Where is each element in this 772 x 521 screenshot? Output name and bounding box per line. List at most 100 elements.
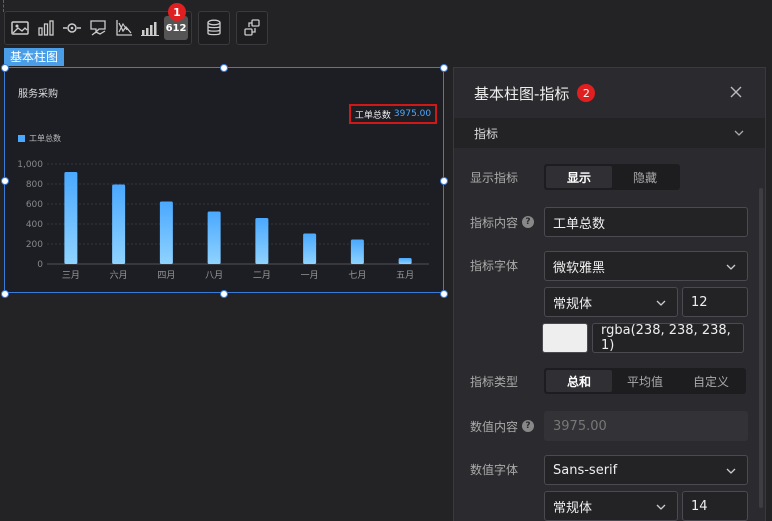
bar-六月[interactable] [112, 184, 126, 265]
chevron-down-icon [656, 300, 666, 306]
resize-handle-br[interactable] [440, 290, 448, 298]
type-option-average[interactable]: 平均值 [612, 370, 678, 392]
show-option-show[interactable]: 显示 [546, 166, 612, 188]
row-indicator-type: 指标类型 总和 平均值 自定义 [470, 368, 746, 394]
x-tick-label: 五月 [396, 270, 414, 281]
value-content-input: 3975.00 [544, 411, 748, 441]
row-value-font: 数值字体 Sans-serif [470, 455, 748, 485]
show-option-hide[interactable]: 隐藏 [612, 166, 678, 188]
resize-handle-bl[interactable] [1, 290, 9, 298]
x-tick-label: 三月 [62, 270, 80, 281]
indicator-content-label: 指标内容 ? [470, 214, 544, 231]
row-font-style: 常规体 12 [544, 287, 748, 317]
widget-name-tag: 基本柱图 [4, 48, 65, 66]
bar-一月[interactable] [303, 233, 317, 265]
resize-handle-l[interactable] [1, 177, 9, 185]
bar-chart-widget[interactable]: 服务采购 工单总数 3975.00 工单总数 0 200 400 600 800 1,00… [4, 67, 444, 293]
bar-七月[interactable] [350, 239, 364, 265]
font-family-value: 微软雅黑 [553, 260, 606, 276]
line-axis-icon[interactable] [112, 16, 136, 40]
section-header-indicator[interactable]: 指标 [454, 118, 765, 148]
value-font-label: 数值字体 [470, 463, 519, 477]
resize-handle-tr[interactable] [440, 64, 448, 72]
bar-三月[interactable] [64, 172, 78, 264]
chevron-down-icon [656, 504, 666, 510]
type-option-custom[interactable]: 自定义 [678, 370, 744, 392]
resize-handle-b[interactable] [220, 290, 228, 298]
row-value-content: 数值内容 ? 3975.00 [470, 411, 748, 441]
resize-handle-r[interactable] [440, 177, 448, 185]
x-tick-label: 二月 [253, 270, 271, 281]
font-style-value: 常规体 [553, 296, 593, 312]
image-icon[interactable] [8, 16, 32, 40]
bar-二月[interactable] [255, 218, 269, 264]
font-style-select[interactable]: 常规体 [544, 287, 678, 317]
value-font-family-select[interactable]: Sans-serif [544, 455, 748, 485]
step-badge-2: 2 [577, 84, 596, 102]
bar-四月[interactable] [159, 201, 173, 265]
x-tick-label: 八月 [205, 270, 223, 281]
guide-line [3, 0, 4, 12]
chevron-down-icon [734, 130, 744, 136]
tooltip-icon[interactable] [86, 16, 110, 40]
y-tick-label: 600 [26, 200, 43, 210]
bar-chart-plot: 0 200 400 600 800 1,000 三月 六月 四月 八月 二月 一月 七月 五月 [17, 160, 429, 281]
show-indicator-label: 显示指标 [470, 170, 519, 185]
column-rising-icon[interactable] [138, 16, 162, 40]
y-tick-label: 800 [26, 180, 43, 190]
panel-scrollbar[interactable] [759, 188, 763, 508]
value-font-style-select[interactable]: 常规体 [544, 491, 678, 521]
value-content-text: 数值内容 [470, 419, 519, 434]
resize-handle-t[interactable] [220, 64, 228, 72]
link-icon[interactable] [240, 16, 264, 40]
y-tick-label: 400 [26, 220, 43, 230]
indicator-number-button[interactable]: 612 1 [164, 3, 188, 40]
bar-八月[interactable] [207, 211, 221, 265]
value-content-label: 数值内容 ? [470, 418, 544, 435]
indicator-content-input[interactable]: 工单总数 [544, 207, 748, 237]
font-color-input[interactable]: rgba(238, 238, 238, 1) [592, 323, 744, 353]
type-option-sum[interactable]: 总和 [546, 370, 612, 392]
indicator-type-label: 指标类型 [470, 374, 519, 389]
row-font-color: rgba(238, 238, 238, 1) [542, 323, 744, 353]
row-indicator-font: 指标字体 微软雅黑 [470, 251, 748, 281]
indicator-font-label: 指标字体 [470, 259, 519, 273]
bar-chart-icon[interactable] [34, 16, 58, 40]
bar-五月[interactable] [398, 258, 412, 264]
chevron-down-icon [726, 468, 736, 474]
value-font-size-input[interactable]: 14 [682, 491, 748, 521]
indicator-type-toggle: 总和 平均值 自定义 [544, 368, 746, 394]
x-tick-label: 一月 [301, 270, 319, 281]
y-tick-label: 0 [37, 260, 43, 270]
indicator-content-text: 指标内容 [470, 215, 519, 230]
show-toggle: 显示 隐藏 [544, 164, 680, 190]
database-icon[interactable] [202, 16, 226, 40]
font-color-swatch[interactable] [542, 323, 588, 353]
component-toolbar: 612 1 [4, 3, 268, 45]
resize-handle-tl[interactable] [1, 64, 9, 72]
value-font-family-value: Sans-serif [553, 462, 618, 478]
chart-type-group: 612 1 [4, 3, 192, 45]
font-size-input[interactable]: 12 [682, 287, 748, 317]
eye-ring-icon[interactable] [60, 16, 84, 40]
row-indicator-content: 指标内容 ? 工单总数 [470, 207, 748, 237]
x-tick-label: 四月 [157, 270, 175, 281]
panel-title: 基本柱图-指标 [474, 84, 570, 103]
section-title: 指标 [474, 126, 499, 141]
y-tick-label: 1,000 [17, 160, 43, 170]
x-tick-label: 七月 [348, 270, 366, 281]
chevron-down-icon [726, 264, 736, 270]
link-group [236, 11, 268, 45]
close-icon[interactable] [729, 85, 743, 99]
value-font-style-value: 常规体 [553, 500, 593, 516]
help-icon[interactable]: ? [522, 216, 535, 228]
help-icon[interactable]: ? [522, 420, 535, 432]
font-family-select[interactable]: 微软雅黑 [544, 251, 748, 281]
y-tick-label: 200 [26, 240, 43, 250]
x-tick-label: 六月 [110, 269, 128, 281]
panel-header: 基本柱图-指标 2 [454, 68, 765, 118]
row-value-font-style: 常规体 14 [544, 491, 748, 521]
row-show-indicator: 显示指标 显示 隐藏 [470, 164, 680, 190]
indicator-number-label: 612 [165, 22, 187, 34]
step-badge-1: 1 [168, 3, 186, 21]
